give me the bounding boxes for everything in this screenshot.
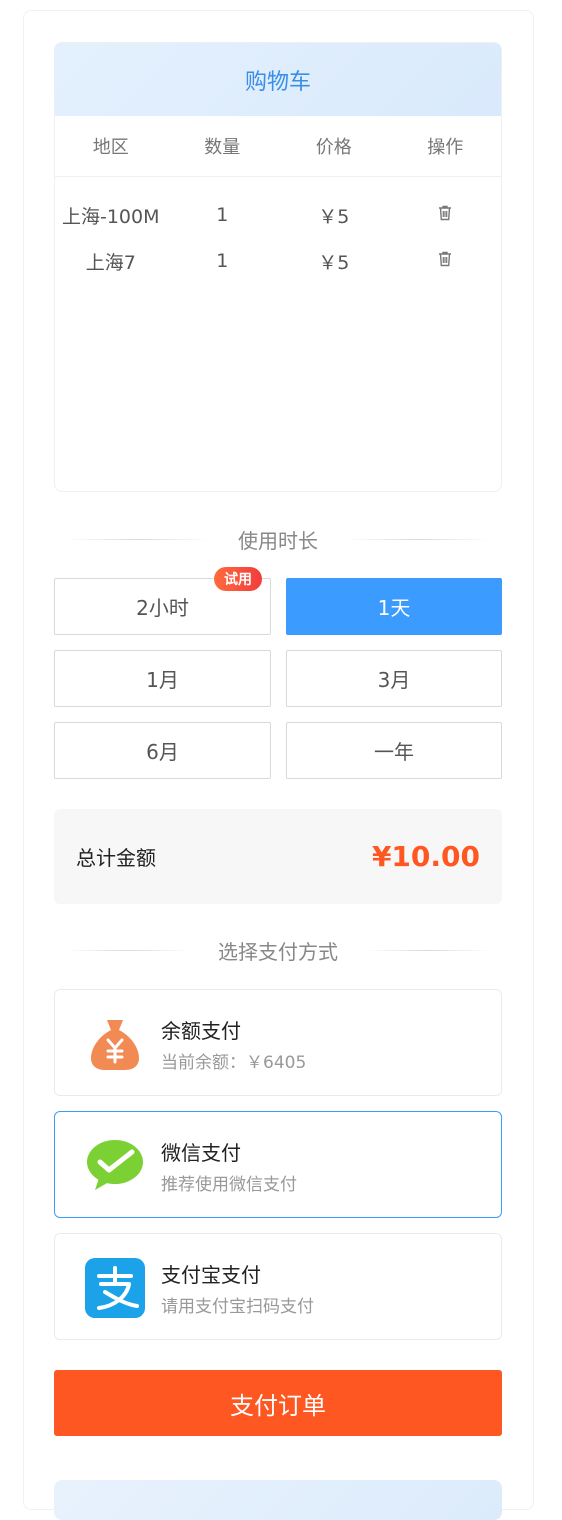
payment-option-wechat[interactable]: 微信支付 推荐使用微信支付 bbox=[54, 1111, 502, 1218]
duration-option-1d[interactable]: 1天 bbox=[286, 578, 502, 635]
delete-button[interactable] bbox=[390, 250, 502, 273]
cell-quantity: 1 bbox=[216, 204, 229, 226]
cell-region: 上海7 bbox=[85, 251, 136, 274]
column-header-quantity: 数量 bbox=[204, 137, 241, 158]
column-header-region: 地区 bbox=[92, 137, 129, 158]
payment-desc-wechat: 推荐使用微信支付 bbox=[161, 1175, 297, 1195]
trash-icon[interactable] bbox=[436, 250, 454, 268]
cell-quantity: 1 bbox=[216, 250, 229, 272]
table-row: 上海-100M 1 ￥5 bbox=[55, 192, 501, 238]
cell-price: ￥5 bbox=[318, 205, 350, 228]
total-panel: 总计金额 ¥10.00 bbox=[54, 809, 502, 904]
cart-table-header: 地区 数量 价格 操作 bbox=[55, 116, 501, 177]
trial-badge: 试用 bbox=[214, 567, 262, 591]
total-label: 总计金额 bbox=[76, 846, 156, 870]
column-header-action: 操作 bbox=[427, 137, 464, 158]
payment-desc-balance: 当前余额：￥6405 bbox=[161, 1053, 307, 1073]
trash-icon[interactable] bbox=[436, 204, 454, 222]
total-amount: ¥10.00 bbox=[371, 840, 480, 873]
payment-option-balance[interactable]: 余额支付 当前余额：￥6405 bbox=[54, 989, 502, 1096]
submit-order-button[interactable]: 支付订单 bbox=[54, 1370, 502, 1436]
payment-desc-alipay: 请用支付宝扫码支付 bbox=[161, 1297, 314, 1317]
payment-name-alipay: 支付宝支付 bbox=[161, 1263, 261, 1287]
cart-title: 购物车 bbox=[55, 43, 501, 116]
alipay-icon bbox=[85, 1258, 145, 1318]
bottom-card bbox=[54, 1480, 502, 1520]
duration-option-6m[interactable]: 6月 bbox=[54, 722, 271, 779]
duration-option-3m[interactable]: 3月 bbox=[286, 650, 502, 707]
column-header-price: 价格 bbox=[315, 137, 352, 158]
payment-name-wechat: 微信支付 bbox=[161, 1141, 241, 1165]
payment-section-title: 选择支付方式 bbox=[54, 935, 502, 965]
payment-option-alipay[interactable]: 支付宝支付 请用支付宝扫码支付 bbox=[54, 1233, 502, 1340]
cell-region: 上海-100M bbox=[61, 205, 160, 228]
duration-option-1m[interactable]: 1月 bbox=[54, 650, 271, 707]
delete-button[interactable] bbox=[390, 204, 502, 227]
duration-section-title: 使用时长 bbox=[54, 524, 502, 554]
cart-panel: 购物车 地区 数量 价格 操作 上海-100M 1 ￥5 上海7 1 ￥5 bbox=[54, 42, 502, 492]
wechat-pay-icon bbox=[87, 1140, 143, 1190]
payment-name-balance: 余额支付 bbox=[161, 1019, 241, 1043]
table-row: 上海7 1 ￥5 bbox=[55, 238, 501, 284]
cell-price: ￥5 bbox=[318, 251, 350, 274]
duration-option-1y[interactable]: 一年 bbox=[286, 722, 502, 779]
money-bag-icon bbox=[91, 1020, 139, 1070]
